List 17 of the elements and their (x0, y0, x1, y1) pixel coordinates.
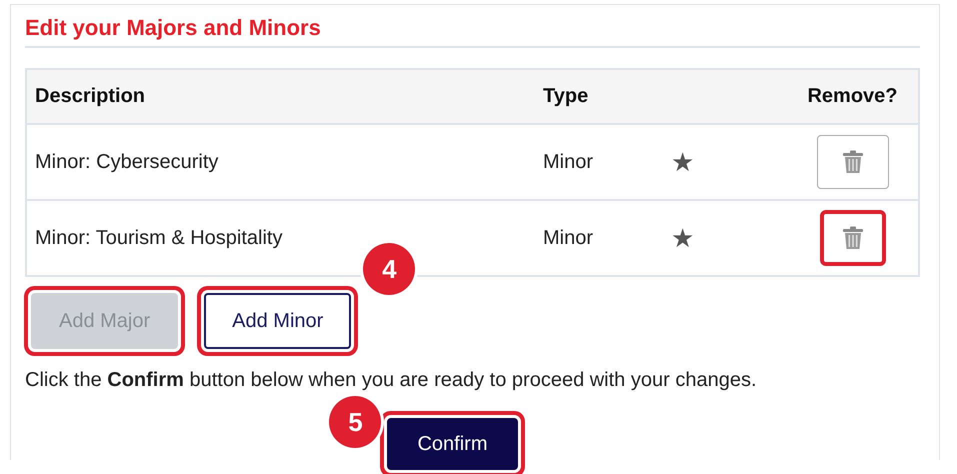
step-badge: 4 (363, 243, 416, 295)
section-heading: Edit your Majors and Minors (25, 15, 920, 48)
instruction-text: Click the Confirm button below when you are ready to proceed with your changes. (25, 369, 758, 392)
table-cell-text: Minor (543, 226, 594, 250)
table-cell-text: Minor: Tourism & Hospitality (34, 226, 284, 250)
delete-button[interactable] (816, 135, 888, 189)
column-header: Description (34, 85, 146, 108)
star-icon: ★ (671, 222, 694, 254)
trash-icon (842, 150, 864, 174)
star-icon: ★ (671, 146, 694, 178)
column-header: Remove? (806, 85, 899, 108)
table-cell-text: Minor: Cybersecurity (34, 150, 220, 174)
column-header: Type (543, 85, 590, 108)
delete-button[interactable] (820, 210, 886, 266)
trash-icon (842, 226, 864, 250)
table-cell-text: Minor (543, 150, 594, 174)
step-badge: 5 (329, 396, 382, 448)
